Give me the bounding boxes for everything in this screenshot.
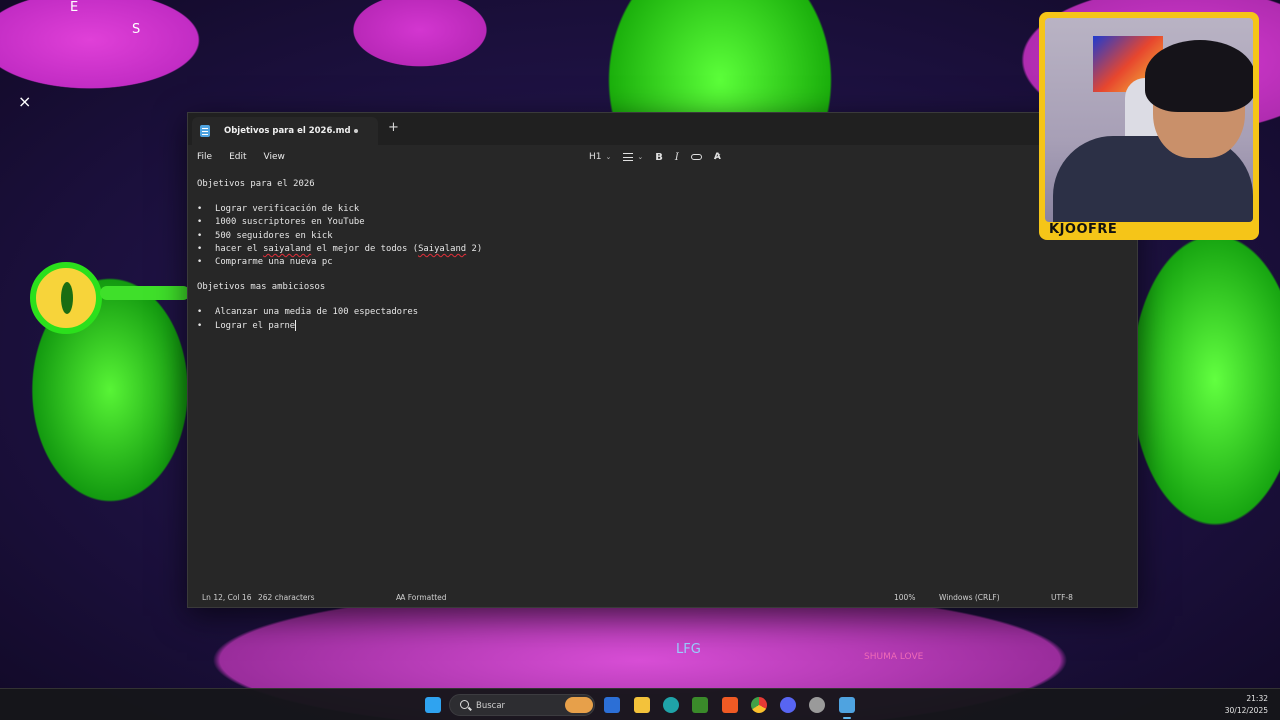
clear-format-button[interactable]: A̷ (714, 152, 721, 162)
cursor-position: Ln 12, Col 16 (202, 593, 252, 602)
file-explorer-icon[interactable] (634, 697, 650, 713)
notepad-taskbar-icon[interactable] (839, 697, 855, 713)
title-bar: Objetivos para el 2026.md + (188, 113, 1137, 145)
encoding[interactable]: UTF-8 (1051, 593, 1073, 602)
burger-widget-icon[interactable] (565, 697, 593, 713)
wallpaper-shuma-text: SHUMA LOVE (864, 652, 924, 662)
taskbar: Buscar 21:32 30/12/2025 (0, 688, 1280, 720)
bold-button[interactable]: B (655, 152, 663, 163)
misspelled-word[interactable]: saiyaland (263, 244, 311, 254)
status-bar: Ln 12, Col 16 262 characters Ꜳ Formatted… (188, 587, 1137, 607)
minecraft-icon[interactable] (692, 697, 708, 713)
chevron-down-icon: ⌄ (637, 153, 644, 161)
menu-bar: File Edit View H1 ⌄ ⌄ B I A̷ (188, 145, 1137, 169)
zoom-level[interactable]: 100% (894, 593, 915, 602)
format-toggle[interactable]: Ꜳ Formatted (396, 593, 447, 602)
wallpaper-eye-decoration (30, 262, 102, 334)
notepad-blue-icon[interactable] (604, 697, 620, 713)
text-segment: 2) (466, 243, 483, 254)
goals-list: Lograr verificación de kick 1000 suscrip… (197, 203, 1137, 270)
edge-icon[interactable] (663, 697, 679, 713)
list-item: Lograr verificación de kick (197, 203, 1137, 217)
heading-label: H1 (589, 152, 602, 162)
list-item: Alcanzar una media de 100 espectadores (197, 306, 1137, 320)
list-item: 1000 suscriptores en YouTube (197, 216, 1137, 230)
menu-file[interactable]: File (197, 152, 212, 162)
list-item: 500 seguidores en kick (197, 230, 1137, 244)
streamer-name: KJOOFRE (1049, 222, 1118, 237)
search-label: Buscar (476, 701, 506, 711)
steam-icon[interactable] (809, 697, 825, 713)
unsaved-dot-icon[interactable] (354, 129, 358, 133)
list-icon (623, 153, 634, 161)
tab-title: Objetivos para el 2026.md (224, 126, 351, 136)
webcam-overlay: KJOOFRE (1039, 12, 1259, 240)
text-cursor (295, 319, 297, 331)
list-item: hacer el saiyaland el mejor de todos (Sa… (197, 243, 1137, 257)
windows-start-icon[interactable] (425, 697, 441, 713)
notepad-icon (200, 125, 210, 137)
active-app-indicator (843, 717, 851, 719)
person-hair (1145, 40, 1253, 112)
wallpaper-sparkle-icon: × (18, 92, 32, 111)
clock-date: 30/12/2025 (1224, 706, 1268, 715)
wallpaper-letter-e: E (70, 0, 79, 15)
text-segment: hacer el (215, 243, 264, 254)
italic-button[interactable]: I (675, 152, 679, 163)
misspelled-word[interactable]: Saiyaland (418, 244, 466, 254)
list-item: Lograr el parne (197, 319, 1137, 333)
discord-icon[interactable] (780, 697, 796, 713)
text-segment: el mejor de todos ( (311, 243, 419, 254)
clear-formatting-icon: A̷ (713, 152, 721, 162)
brave-icon[interactable] (722, 697, 738, 713)
notepad-window: Objetivos para el 2026.md + File Edit Vi… (187, 112, 1138, 608)
link-button[interactable] (690, 154, 702, 160)
search-icon (460, 700, 469, 709)
text-editor[interactable]: Objetivos para el 2026 Lograr verificaci… (188, 169, 1137, 589)
format-label: Formatted (407, 593, 447, 602)
chrome-icon[interactable] (751, 697, 767, 713)
chevron-down-icon: ⌄ (605, 153, 612, 161)
menu-view[interactable]: View (264, 152, 285, 162)
doc-heading-2: Objetivos mas ambiciosos (197, 282, 326, 293)
system-clock[interactable]: 21:32 30/12/2025 (1225, 693, 1268, 717)
new-tab-plus-icon[interactable]: + (388, 121, 399, 135)
doc-heading-1: Objetivos para el 2026 (197, 179, 315, 189)
wallpaper-lfg-text: LFG (676, 642, 701, 657)
formatting-toolbar: H1 ⌄ ⌄ B I A̷ (589, 149, 733, 165)
document-tab[interactable]: Objetivos para el 2026.md (192, 117, 378, 145)
heading-dropdown[interactable]: H1 ⌄ (589, 152, 611, 162)
line-endings[interactable]: Windows (CRLF) (939, 593, 1000, 602)
list-item: Comprarme una nueva pc (197, 256, 1137, 270)
list-dropdown[interactable]: ⌄ (623, 153, 643, 161)
character-count: 262 characters (258, 593, 315, 602)
clock-time: 21:32 (1246, 694, 1268, 703)
ambitious-goals-list: Alcanzar una media de 100 espectadores L… (197, 306, 1137, 333)
text-segment: Lograr el parne (215, 320, 296, 331)
webcam-feed (1045, 18, 1253, 222)
link-icon (690, 154, 702, 160)
wallpaper-bar-decoration (100, 286, 190, 300)
wallpaper-letter-s: S (132, 22, 141, 37)
format-icon: Ꜳ (396, 593, 408, 602)
menu-edit[interactable]: Edit (229, 152, 246, 162)
